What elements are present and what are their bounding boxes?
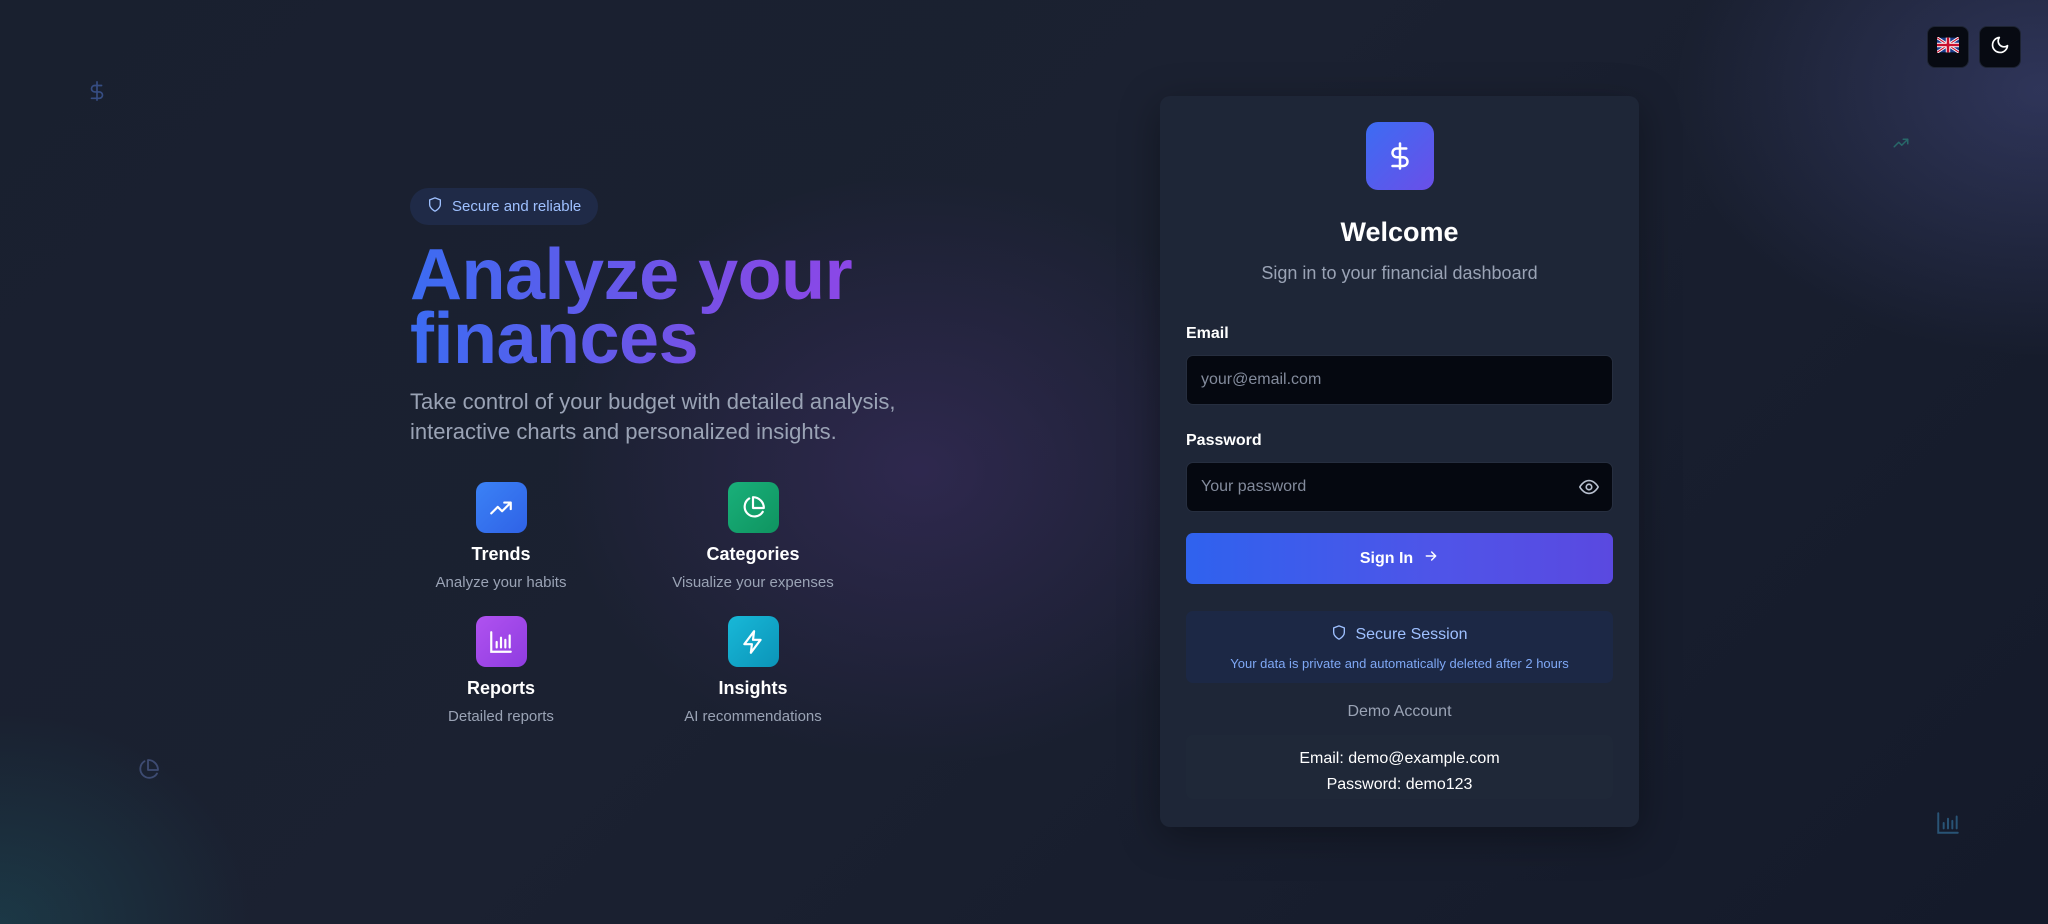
title-line-1: Analyze your xyxy=(410,235,853,315)
sign-in-button[interactable]: Sign In xyxy=(1186,533,1613,584)
feature-title: Insights xyxy=(718,678,788,698)
email-label: Email xyxy=(1186,325,1229,342)
hero-subtitle: Take control of your budget with detaile… xyxy=(410,389,896,444)
bar-chart-icon xyxy=(475,616,527,667)
moon-icon xyxy=(1990,35,2010,60)
pie-chart-icon xyxy=(136,758,160,782)
dollar-icon xyxy=(1365,122,1434,190)
arrow-right-icon xyxy=(1423,548,1439,569)
feature-trends: Trends Analyze your habits xyxy=(388,482,614,591)
secure-session-notice: Secure Session Your data is private and … xyxy=(1186,611,1613,683)
background xyxy=(0,0,2048,924)
trending-up-icon xyxy=(475,482,527,533)
dollar-icon xyxy=(86,78,108,104)
login-card: Welcome Sign in to your financial dashbo… xyxy=(1160,96,1639,827)
secure-session-title: Secure Session xyxy=(1355,626,1468,643)
demo-account-title: Demo Account xyxy=(1347,703,1452,720)
demo-password: Password: demo123 xyxy=(1326,776,1473,793)
login-title: Welcome xyxy=(1340,217,1459,247)
feature-reports: Reports Detailed reports xyxy=(388,616,614,725)
feature-title: Categories xyxy=(706,544,800,564)
email-field-wrapper xyxy=(1186,355,1613,405)
feature-description: Visualize your expenses xyxy=(672,574,834,591)
feature-insights: Insights AI recommendations xyxy=(640,616,866,725)
theme-toggle-button[interactable] xyxy=(1979,26,2021,68)
title-line-2: finances xyxy=(410,299,699,379)
secure-session-text: Your data is private and automatically d… xyxy=(1230,656,1569,671)
language-button[interactable] xyxy=(1927,26,1969,68)
feature-title: Trends xyxy=(471,544,531,564)
demo-account-box: Email: demo@example.com Password: demo12… xyxy=(1186,735,1613,799)
pie-chart-icon xyxy=(727,482,779,533)
uk-flag-icon xyxy=(1936,35,1960,58)
secure-badge: Secure and reliable xyxy=(410,188,599,225)
sign-in-label: Sign In xyxy=(1359,549,1414,567)
bar-chart-icon xyxy=(1935,810,1961,836)
email-field[interactable] xyxy=(1186,355,1613,405)
top-controls xyxy=(1927,26,2021,68)
demo-email: Email: demo@example.com xyxy=(1299,750,1500,767)
feature-title: Reports xyxy=(466,678,535,698)
page-title: Analyze your finances xyxy=(410,243,970,371)
shield-icon xyxy=(427,196,443,217)
trending-up-icon xyxy=(1890,134,1912,152)
shield-icon xyxy=(1331,624,1347,646)
hero-section: Secure and reliable Analyze your finance… xyxy=(410,188,970,725)
feature-description: Analyze your habits xyxy=(435,574,567,591)
login-subtitle: Sign in to your financial dashboard xyxy=(1261,263,1538,283)
feature-description: Detailed reports xyxy=(448,708,554,725)
feature-categories: Categories Visualize your expenses xyxy=(640,482,866,591)
password-field[interactable] xyxy=(1186,462,1613,512)
secure-session-heading: Secure Session xyxy=(1186,624,1613,646)
lightning-icon xyxy=(727,616,779,667)
badge-label: Secure and reliable xyxy=(452,198,582,215)
feature-grid: Trends Analyze your habits Categories Vi… xyxy=(388,482,970,725)
password-label: Password xyxy=(1186,432,1262,449)
password-field-wrapper xyxy=(1186,462,1613,512)
eye-icon[interactable] xyxy=(1578,476,1600,503)
feature-description: AI recommendations xyxy=(684,708,822,725)
